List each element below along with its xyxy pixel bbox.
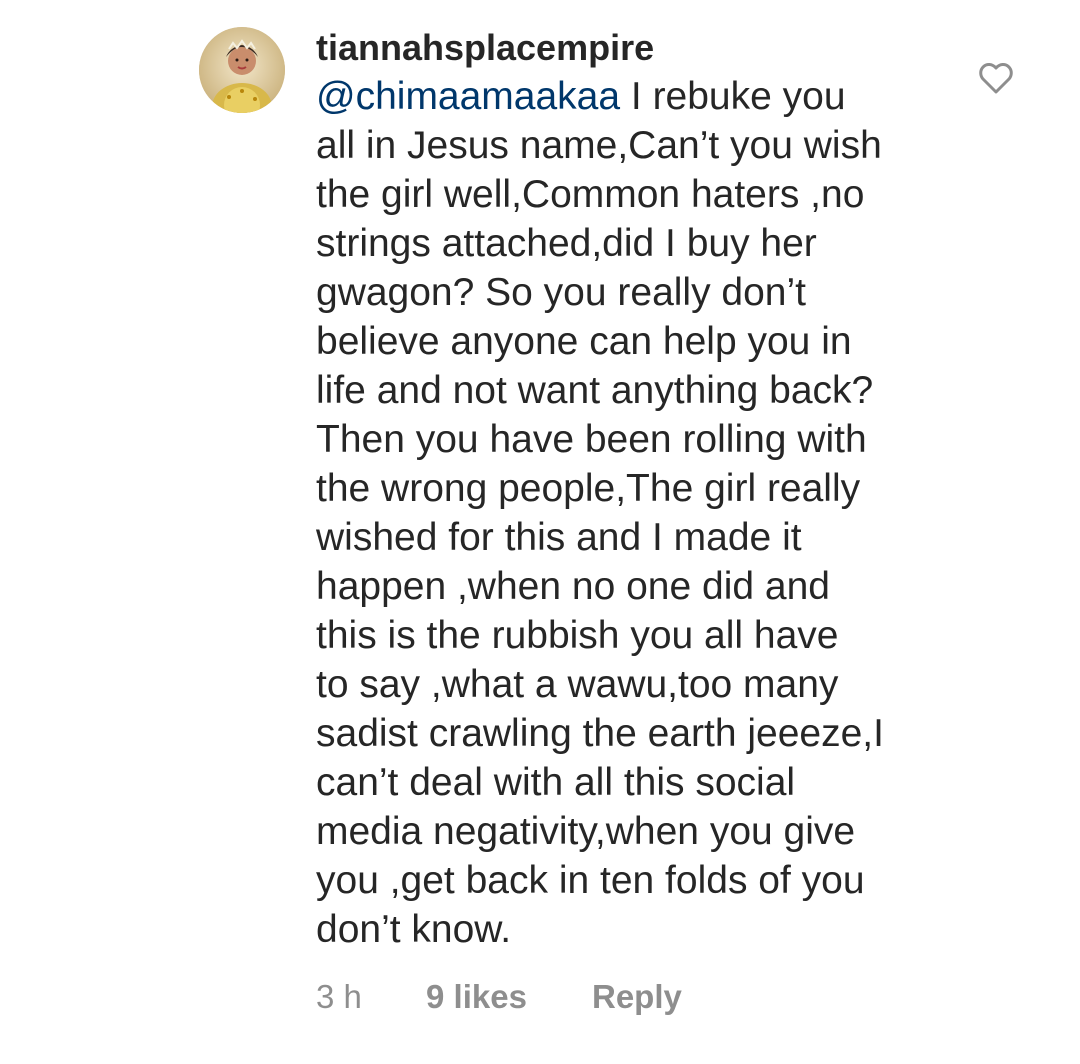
reply-button[interactable]: Reply xyxy=(592,975,682,1019)
avatar[interactable] xyxy=(199,27,285,113)
comment-body: I rebuke you all in Jesus name,Can’t you… xyxy=(316,75,884,951)
mention-link[interactable]: @chimaamaakaa xyxy=(316,75,620,118)
heart-icon xyxy=(979,63,1013,94)
comment-text: @chimaamaakaa I rebuke you all in Jesus … xyxy=(316,72,936,954)
comment-timestamp: 3 h xyxy=(316,978,362,1015)
comment-meta: 3 h 9 likes Reply xyxy=(316,975,682,1019)
avatar-image xyxy=(199,27,285,113)
like-button[interactable] xyxy=(976,58,1016,98)
comment-item: tiannahsplacempire @chimaamaakaa I rebuk… xyxy=(0,0,1080,1064)
likes-count[interactable]: 9 likes xyxy=(426,975,592,1019)
username[interactable]: tiannahsplacempire xyxy=(316,24,936,72)
comment-content: tiannahsplacempire @chimaamaakaa I rebuk… xyxy=(316,24,936,954)
